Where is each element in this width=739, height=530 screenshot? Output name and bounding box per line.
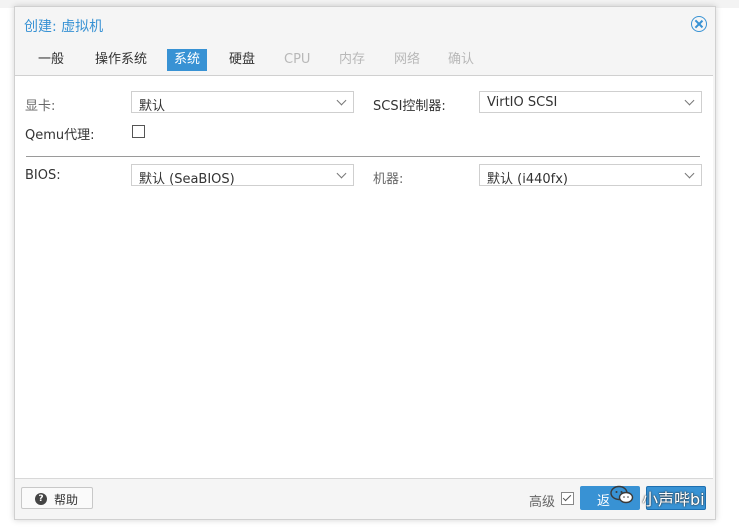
- graphic-card-value: 默认: [139, 99, 166, 114]
- watermark-text: 小声哔bi: [642, 490, 705, 509]
- dialog-title: 创建: 虚拟机: [24, 19, 104, 35]
- scsi-controller-value: VirtIO SCSI: [487, 95, 558, 110]
- tab-cpu: CPU: [284, 52, 311, 67]
- chevron-down-icon[interactable]: [684, 95, 695, 106]
- machine-select[interactable]: 默认 (i440fx): [479, 164, 702, 187]
- graphic-card-label: 显卡:: [25, 99, 56, 114]
- wizard-tabs: 一般 操作系统 系统 硬盘 CPU 内存 网络 确认: [22, 47, 712, 75]
- chevron-down-icon[interactable]: [684, 168, 695, 179]
- bios-select[interactable]: 默认 (SeaBIOS): [131, 164, 354, 187]
- create-vm-dialog: 创建: 虚拟机 一般 操作系统 系统 硬盘 CPU 内存 网络 确认 显卡: 默…: [14, 6, 716, 520]
- system-panel: 显卡: 默认 SCSI控制器: VirtIO SCSI Qemu代理: BIOS…: [15, 75, 713, 478]
- tab-memory: 内存: [339, 52, 366, 67]
- help-button-label: 帮助: [54, 493, 79, 507]
- back-button-label: 返: [597, 494, 611, 509]
- qemu-agent-checkbox[interactable]: [132, 125, 145, 138]
- tab-network: 网络: [394, 52, 421, 67]
- close-icon[interactable]: [691, 16, 707, 32]
- bios-label: BIOS:: [25, 168, 61, 183]
- graphic-card-select[interactable]: 默认: [131, 91, 354, 114]
- scsi-controller-select[interactable]: VirtIO SCSI: [479, 91, 702, 113]
- tab-system[interactable]: 系统: [167, 49, 208, 71]
- tab-confirm: 确认: [448, 52, 475, 67]
- tab-os[interactable]: 操作系统: [88, 49, 154, 71]
- bios-value: 默认 (SeaBIOS): [139, 172, 235, 187]
- wechat-watermark: 小声哔bi: [610, 480, 722, 514]
- machine-value: 默认 (i440fx): [487, 172, 568, 187]
- machine-label: 机器:: [373, 172, 404, 187]
- scsi-controller-label: SCSI控制器:: [373, 99, 446, 114]
- advanced-label: 高级: [529, 495, 556, 510]
- help-button[interactable]: ? 帮助: [21, 487, 93, 509]
- chevron-down-icon[interactable]: [336, 95, 347, 106]
- dialog-title-bar: 创建: 虚拟机: [15, 7, 715, 45]
- section-divider: [26, 156, 700, 157]
- wechat-logo-icon: [610, 485, 634, 504]
- qemu-agent-label: Qemu代理:: [25, 128, 95, 143]
- tab-disk[interactable]: 硬盘: [222, 49, 262, 71]
- dialog-footer: ? 帮助 高级 返: [15, 478, 713, 519]
- chevron-down-icon[interactable]: [336, 168, 347, 179]
- question-circle-icon: ?: [35, 493, 47, 505]
- advanced-checkbox[interactable]: [561, 492, 574, 505]
- tab-general[interactable]: 一般: [31, 49, 71, 71]
